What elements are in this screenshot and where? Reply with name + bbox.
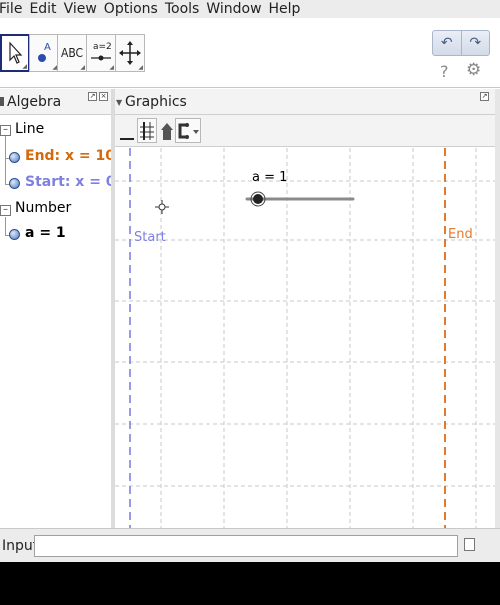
graphics-header: ▼ Graphics ↗ [115, 89, 495, 115]
undock-icon[interactable]: ↗ [88, 92, 97, 101]
graphics-grid-svg [115, 148, 495, 528]
menu-options[interactable]: Options [104, 1, 165, 17]
move-tool-button[interactable]: ◢ [0, 34, 30, 72]
graphics-canvas[interactable]: a = 1 Start End [115, 148, 495, 528]
grid-icon [140, 121, 154, 140]
input-field[interactable] [34, 535, 458, 557]
start-line-label: Start [134, 230, 166, 245]
algebra-title: Algebra [7, 94, 62, 110]
tool-menu-arrow-icon: ◢ [138, 64, 143, 71]
tree-line [5, 135, 6, 185]
group-number-label: Number [15, 200, 72, 216]
menu-bar: File Edit View Options Tools Window Help [0, 0, 500, 18]
input-help-icon[interactable] [464, 538, 475, 551]
right-edge-splitter[interactable] [495, 89, 500, 562]
point-capture-icon [178, 122, 199, 139]
point-capture-button[interactable] [175, 118, 201, 143]
slider-knob [253, 194, 263, 204]
undo-icon[interactable]: ↶ [433, 31, 462, 55]
end-line-label: End [448, 227, 473, 242]
menu-file[interactable]: File [0, 1, 29, 17]
text-tool-button[interactable]: ABC ◢ [57, 34, 87, 72]
graphics-style-bar [115, 115, 495, 147]
crosshair-cursor-icon [155, 200, 169, 214]
menu-help[interactable]: Help [269, 1, 308, 17]
screen-background [0, 562, 500, 605]
menu-edit[interactable]: Edit [29, 1, 63, 17]
tool-menu-arrow-icon: ◢ [109, 64, 114, 71]
close-icon[interactable]: × [99, 92, 108, 101]
svg-text:A: A [44, 42, 51, 53]
collapse-number-group-icon[interactable]: – [0, 205, 11, 216]
panel-grip-icon [0, 97, 4, 106]
visibility-toggle-a[interactable] [9, 229, 20, 240]
home-icon [161, 122, 173, 140]
axes-toggle-button[interactable] [117, 118, 137, 143]
move-graphics-tool-button[interactable]: ◢ [115, 34, 145, 72]
menu-window[interactable]: Window [206, 1, 268, 17]
point-icon: A [38, 42, 51, 62]
algebra-header: Algebra ↗ × [0, 89, 111, 115]
tool-menu-arrow-icon: ◢ [80, 64, 85, 71]
redo-icon[interactable]: ↷ [462, 31, 490, 55]
point-tool-button[interactable]: A ◢ [29, 34, 59, 72]
axes-icon [120, 137, 134, 140]
tool-menu-arrow-icon: ◢ [22, 63, 27, 70]
arrow-pointer-icon [9, 41, 23, 64]
algebra-item-end[interactable]: End: x = 10 [25, 148, 115, 164]
algebra-item-a[interactable]: a = 1 [25, 225, 66, 241]
move-arrows-icon [119, 41, 141, 65]
graphics-title: Graphics [125, 94, 187, 110]
panel-menu-triangle-icon[interactable]: ▼ [116, 98, 122, 107]
visibility-toggle-end[interactable] [9, 152, 20, 163]
standard-view-button[interactable] [157, 118, 177, 143]
algebra-view: – Line End: x = 10 Start: x = 0 – Number… [0, 116, 116, 528]
undo-redo-group: ↶ ↷ [432, 30, 490, 56]
slider-label[interactable]: a = 1 [252, 170, 287, 185]
slider-tool-label: a=2 [93, 42, 112, 52]
grid-toggle-button[interactable] [137, 118, 157, 143]
menu-view[interactable]: View [64, 1, 104, 17]
help-icon[interactable]: ? [440, 62, 449, 81]
gear-icon[interactable]: ⚙ [466, 60, 481, 80]
input-bar: Input: [0, 528, 500, 562]
text-tool-label: ABC [60, 46, 84, 60]
toolbar: ◢ A ◢ ABC ◢ a=2 ◢ ◢ ↶ ↷ [0, 18, 500, 88]
tree-line [5, 217, 6, 235]
menu-tools[interactable]: Tools [165, 1, 207, 17]
slider-tool-button[interactable]: a=2 ◢ [86, 34, 116, 72]
visibility-toggle-start[interactable] [9, 178, 20, 189]
collapse-line-group-icon[interactable]: – [0, 125, 11, 136]
group-line-label: Line [15, 121, 45, 137]
algebra-item-start[interactable]: Start: x = 0 [25, 174, 116, 190]
geogebra-window: File Edit View Options Tools Window Help… [0, 0, 500, 562]
undock-icon[interactable]: ↗ [480, 92, 489, 101]
